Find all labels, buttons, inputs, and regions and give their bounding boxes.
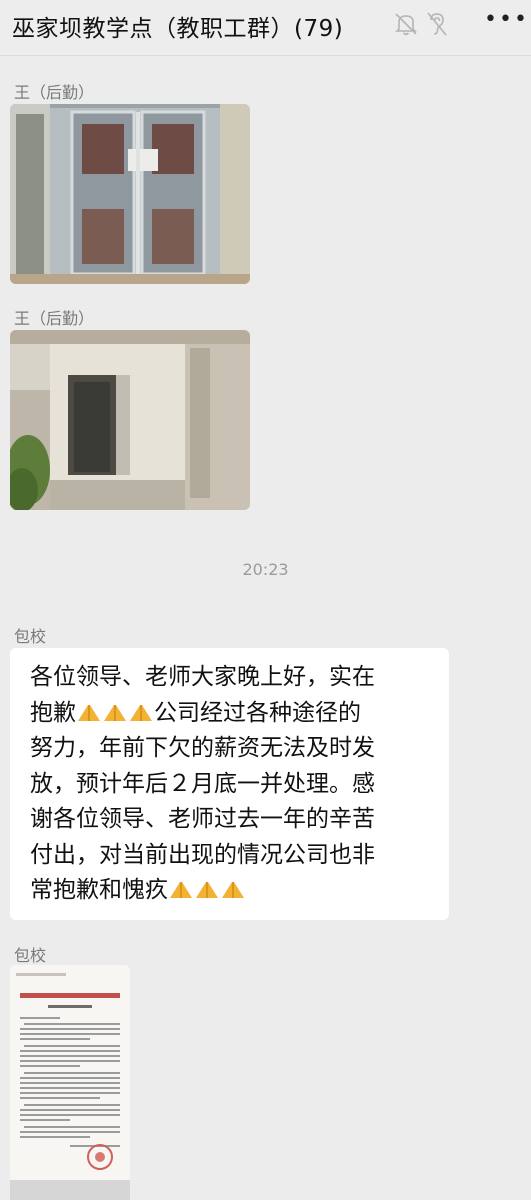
message-text: 公司经过各种途径的 xyxy=(154,699,361,726)
message-line: 常抱歉和愧疚 xyxy=(30,873,435,909)
message-text: 抱歉 xyxy=(30,699,76,726)
timestamp: 20:23 xyxy=(242,560,289,579)
text-message-bubble[interactable]: 各位领导、老师大家晚上好，实在 抱歉 公司经过各种途径的 努力，年前下欠的薪资无法… xyxy=(10,648,449,920)
more-button[interactable]: ••• xyxy=(484,8,527,36)
document-image[interactable] xyxy=(10,965,130,1200)
message-line: 努力，年前下欠的薪资无法及时发 xyxy=(30,735,375,761)
bell-muted-icon xyxy=(395,13,417,36)
message-line: 付出，对当前出现的情况公司也非 xyxy=(30,841,375,868)
message-line: 抱歉 公司经过各种途径的 xyxy=(30,696,435,732)
message-line: 各位领导、老师大家晚上好，实在 xyxy=(30,664,375,690)
sender-name: 包校 xyxy=(14,946,47,965)
pray-icon xyxy=(170,882,192,898)
pray-icon xyxy=(222,882,244,898)
sender-name: 包校 xyxy=(14,627,47,646)
sender-name: 王（后勤） xyxy=(14,83,95,102)
chat-title: 巫家坝教学点（教职工群）(79) xyxy=(12,16,344,42)
message-line: 放，预计年后２月底一并处理。感 xyxy=(30,770,375,797)
gate-photo[interactable] xyxy=(10,104,250,284)
chat-header: 巫家坝教学点（教职工群）(79) ••• xyxy=(0,0,531,56)
ear-icon xyxy=(427,12,447,36)
message-line: 谢各位领导、老师过去一年的辛苦 xyxy=(30,806,375,832)
message-text: 常抱歉和愧疚 xyxy=(30,877,168,903)
pray-icon xyxy=(196,882,218,898)
pray-icon xyxy=(78,704,100,721)
sender-name: 王（后勤） xyxy=(14,309,95,328)
doorway-photo[interactable] xyxy=(10,330,250,510)
pray-icon xyxy=(104,704,126,721)
pray-icon xyxy=(130,704,152,721)
